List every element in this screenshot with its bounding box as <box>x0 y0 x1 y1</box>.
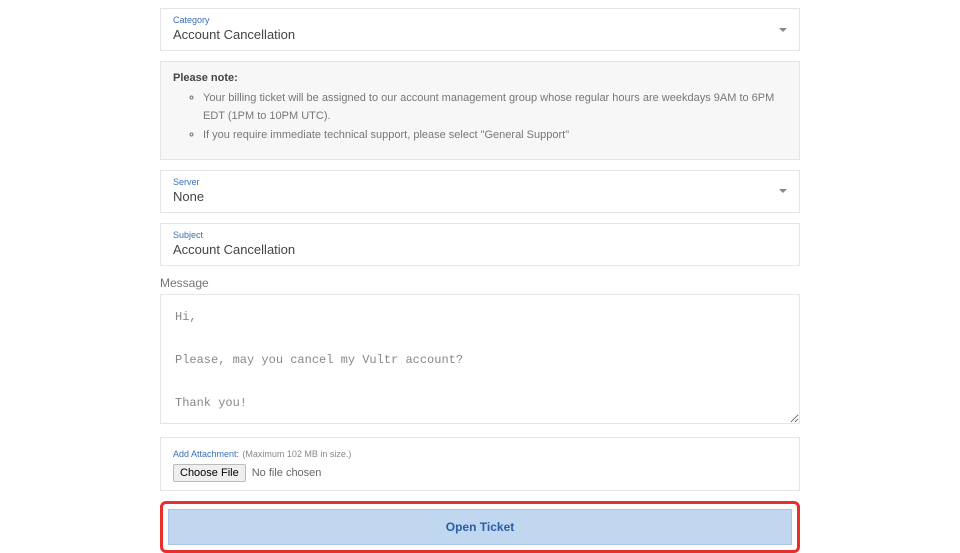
highlight-box: Open Ticket <box>160 501 800 553</box>
note-box: Please note: Your billing ticket will be… <box>160 61 800 160</box>
category-select[interactable]: Category Account Cancellation <box>160 8 800 51</box>
message-label: Message <box>160 276 800 290</box>
file-status: No file chosen <box>252 467 322 479</box>
attachment-label: Add Attachment: <box>173 449 239 459</box>
ticket-form: Category Account Cancellation Please not… <box>160 0 800 553</box>
message-textarea[interactable] <box>160 294 800 424</box>
subject-value: Account Cancellation <box>173 242 295 257</box>
category-label: Category <box>173 15 787 25</box>
subject-label: Subject <box>173 230 787 240</box>
server-select[interactable]: Server None <box>160 170 800 213</box>
open-ticket-button[interactable]: Open Ticket <box>168 509 792 545</box>
choose-file-button[interactable]: Choose File <box>173 464 246 482</box>
attachment-limit: (Maximum 102 MB in size.) <box>242 449 351 459</box>
chevron-down-icon <box>779 28 787 32</box>
server-label: Server <box>173 177 787 187</box>
attachment-box: Add Attachment: (Maximum 102 MB in size.… <box>160 437 800 491</box>
note-item: If you require immediate technical suppo… <box>203 127 787 145</box>
note-title: Please note: <box>173 72 787 84</box>
category-value: Account Cancellation <box>173 27 295 42</box>
note-item: Your billing ticket will be assigned to … <box>203 90 787 125</box>
note-list: Your billing ticket will be assigned to … <box>173 90 787 145</box>
chevron-down-icon <box>779 189 787 193</box>
server-value: None <box>173 189 204 204</box>
subject-field[interactable]: Subject Account Cancellation <box>160 223 800 266</box>
